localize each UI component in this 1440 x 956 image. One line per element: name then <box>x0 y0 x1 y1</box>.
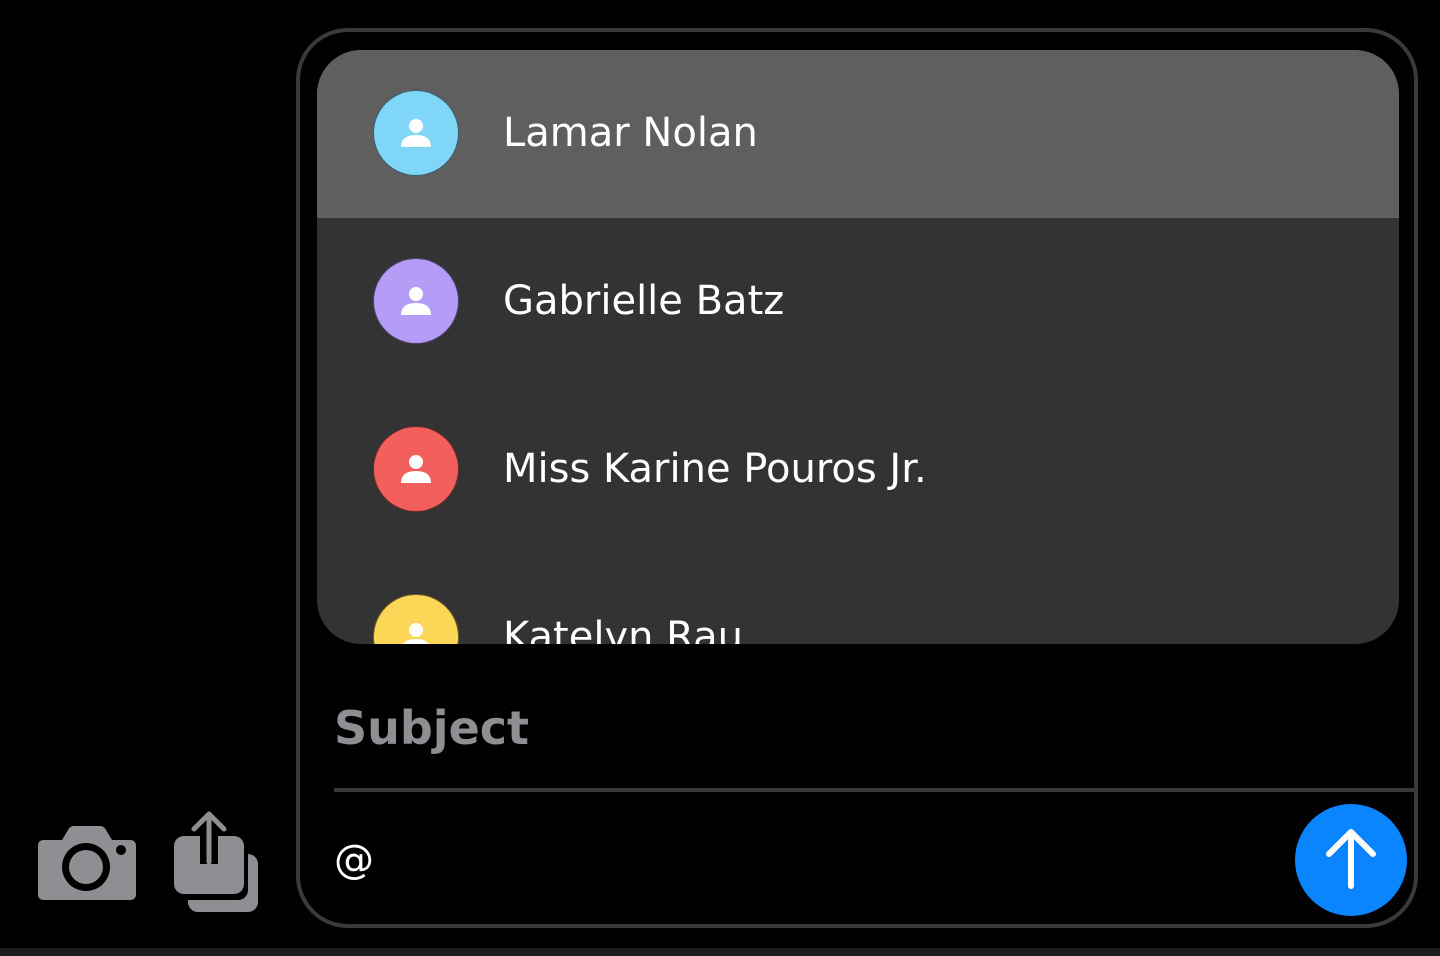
person-icon <box>402 623 430 644</box>
avatar <box>373 258 459 344</box>
send-button[interactable] <box>1295 804 1407 916</box>
divider <box>334 788 1416 792</box>
mention-name: Katelyn Rau <box>503 614 743 644</box>
mention-item[interactable]: Miss Karine Pouros Jr. <box>317 386 1399 554</box>
bottom-bar <box>0 948 1440 956</box>
avatar <box>373 90 459 176</box>
mention-name: Miss Karine Pouros Jr. <box>503 446 927 492</box>
person-icon <box>401 455 431 483</box>
avatar <box>373 426 459 512</box>
share-icon[interactable] <box>170 810 262 916</box>
message-input[interactable] <box>334 830 1274 890</box>
arrow-up-icon <box>1326 829 1376 889</box>
subject-input[interactable] <box>334 690 1234 766</box>
mention-item[interactable]: Lamar Nolan <box>317 50 1399 218</box>
mention-suggestions: Lamar Nolan Gabrielle Batz Miss Karine P… <box>317 50 1399 644</box>
avatar <box>373 594 459 644</box>
person-icon <box>401 287 431 315</box>
mention-name: Lamar Nolan <box>503 110 758 156</box>
mention-name: Gabrielle Batz <box>503 278 785 324</box>
mention-item[interactable]: Gabrielle Batz <box>317 218 1399 386</box>
mention-item[interactable]: Katelyn Rau <box>317 554 1399 644</box>
person-icon <box>401 119 431 147</box>
camera-icon[interactable] <box>36 820 138 906</box>
